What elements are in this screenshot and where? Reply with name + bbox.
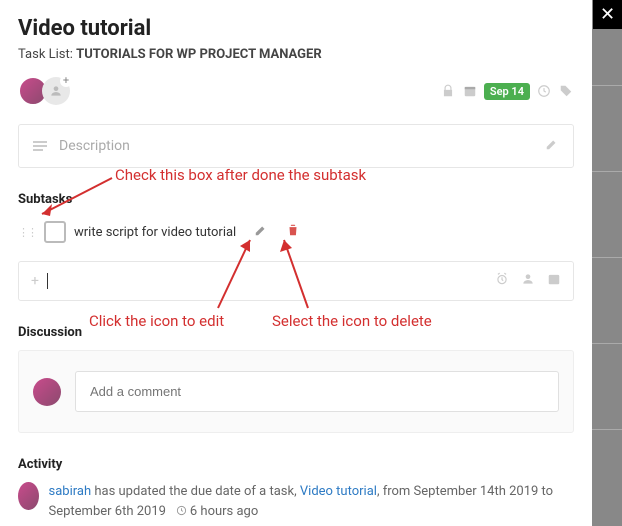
description-field[interactable]: Description (18, 124, 574, 168)
activity-ago: 6 hours ago (190, 504, 258, 519)
description-placeholder: Description (59, 138, 130, 154)
subtasks-heading: Subtasks (18, 192, 574, 207)
text-cursor (47, 273, 48, 289)
activity-item: sabirah has updated the due date of a ta… (18, 482, 574, 521)
description-icon (33, 141, 47, 151)
activity-heading: Activity (18, 457, 574, 472)
edit-subtask-icon[interactable] (254, 223, 268, 241)
calendar-icon[interactable] (462, 83, 478, 99)
add-assignee-button[interactable] (42, 77, 70, 105)
assignee-avatars (18, 76, 70, 106)
subtask-checkbox[interactable] (44, 221, 66, 243)
user-icon[interactable] (521, 272, 535, 290)
comment-box (18, 350, 574, 433)
due-date-badge[interactable]: Sep 14 (484, 83, 530, 100)
activity-task-link[interactable]: Video tutorial (300, 484, 377, 499)
avatar (33, 378, 61, 406)
drag-handle-icon[interactable]: ⋮⋮ (18, 226, 36, 239)
calendar-small-icon[interactable] (547, 272, 561, 290)
right-sidebar (592, 0, 622, 526)
clock-icon[interactable] (536, 83, 552, 99)
subtask-row: ⋮⋮ write script for video tutorial (18, 217, 574, 247)
task-title: Video tutorial (18, 16, 574, 41)
plus-icon: + (31, 273, 39, 289)
tasklist-breadcrumb: Task List: TUTORIALS FOR WP PROJECT MANA… (18, 47, 574, 62)
activity-text: has updated the due date of a task, (91, 484, 300, 499)
pencil-icon[interactable] (545, 137, 559, 155)
discussion-heading: Discussion (18, 325, 574, 340)
tasklist-prefix: Task List: (18, 47, 73, 62)
activity-user[interactable]: sabirah (49, 484, 92, 499)
close-button[interactable]: ✕ (593, 0, 622, 29)
header-row: Sep 14 (18, 76, 574, 106)
alarm-icon[interactable] (495, 272, 509, 290)
task-meta: Sep 14 (440, 83, 574, 100)
tasklist-name: TUTORIALS FOR WP PROJECT MANAGER (76, 47, 322, 62)
tag-icon[interactable] (558, 83, 574, 99)
subtask-label: write script for video tutorial (74, 225, 236, 240)
delete-subtask-icon[interactable] (286, 223, 300, 241)
comment-input[interactable] (75, 371, 559, 412)
task-modal: Video tutorial Task List: TUTORIALS FOR … (0, 0, 592, 526)
add-subtask-input[interactable]: + (18, 261, 574, 301)
avatar (18, 482, 39, 510)
lock-icon[interactable] (440, 83, 456, 99)
add-subtask-field[interactable] (56, 274, 483, 289)
